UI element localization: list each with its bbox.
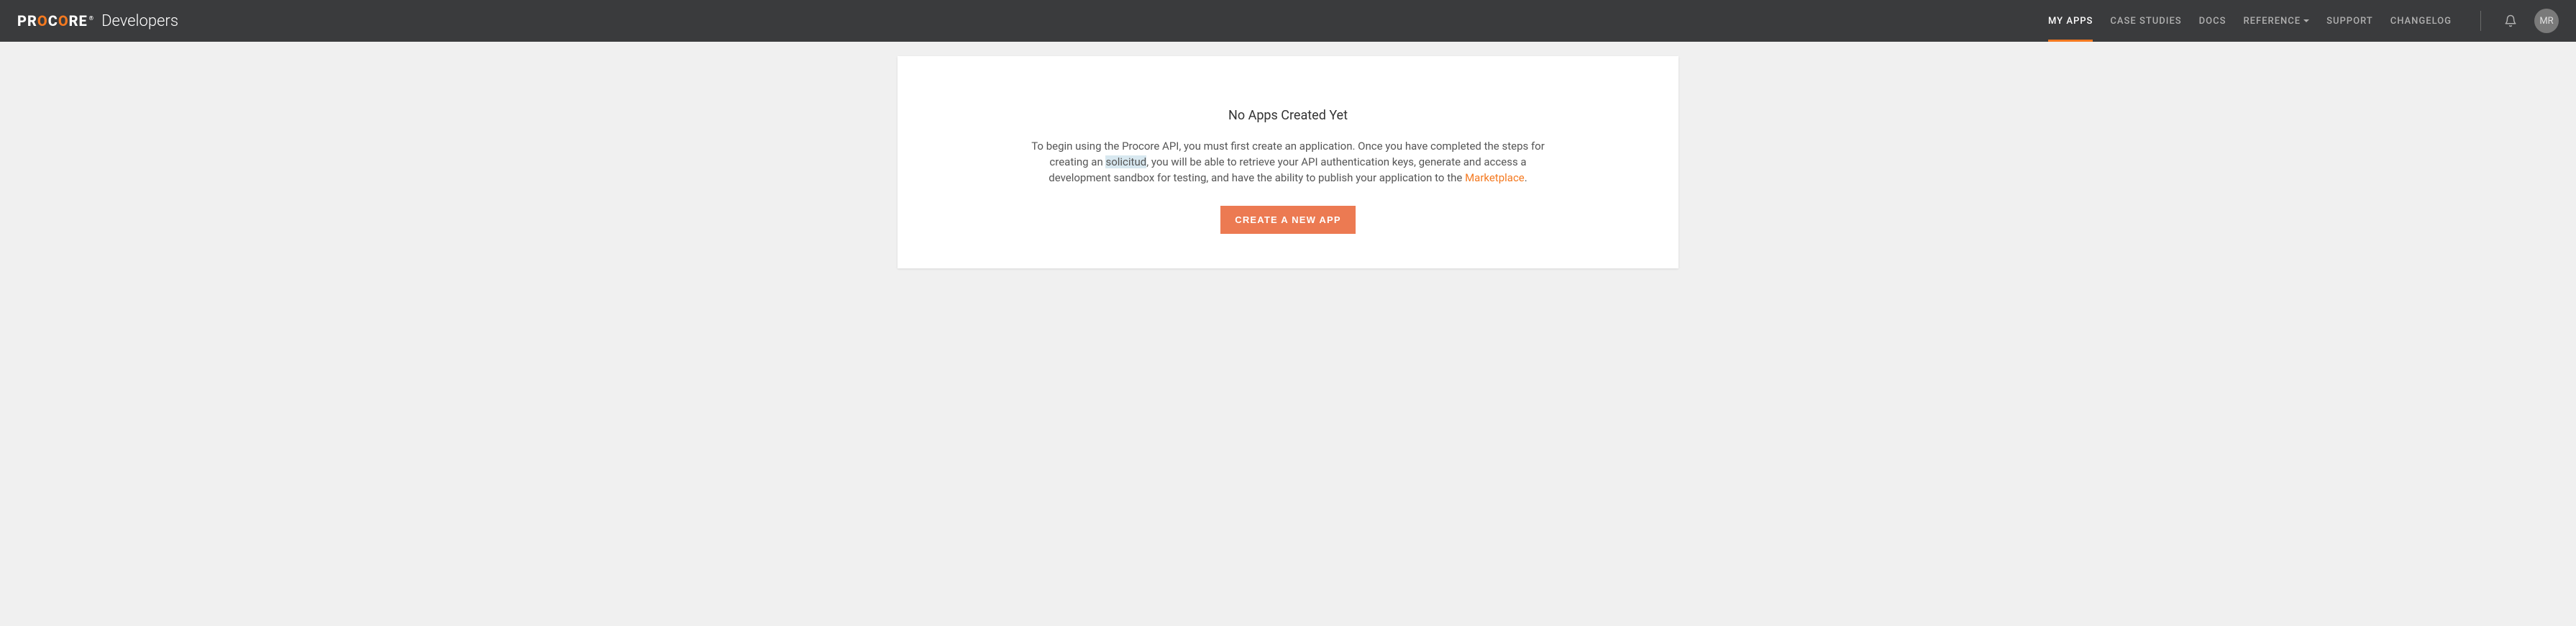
- nav-reference[interactable]: REFERENCE: [2243, 0, 2309, 42]
- nav-support[interactable]: SUPPORT: [2326, 0, 2373, 42]
- chevron-down-icon: [2303, 19, 2309, 22]
- marketplace-link[interactable]: Marketplace: [1465, 171, 1525, 184]
- nav-reference-label: REFERENCE: [2243, 16, 2301, 27]
- nav-my-apps[interactable]: MY APPS: [2048, 0, 2093, 42]
- separator: [2480, 11, 2481, 31]
- empty-state-description: To begin using the Procore API, you must…: [1029, 139, 1547, 186]
- desc-highlight: solicitud: [1105, 155, 1146, 168]
- nav-case-studies[interactable]: CASE STUDIES: [2110, 0, 2181, 42]
- empty-state-card: No Apps Created Yet To begin using the P…: [898, 56, 1678, 268]
- notifications-bell-icon[interactable]: [2504, 14, 2517, 27]
- brand-name: PROCORE®: [17, 12, 94, 30]
- nav-changelog[interactable]: CHANGELOG: [2390, 0, 2452, 42]
- desc-text-3: .: [1525, 171, 1527, 184]
- brand-suffix: Developers: [101, 12, 178, 30]
- avatar[interactable]: MR: [2534, 9, 2559, 33]
- empty-state-heading: No Apps Created Yet: [926, 108, 1650, 123]
- nav-docs[interactable]: DOCS: [2199, 0, 2226, 42]
- header: PROCORE® Developers MY APPS CASE STUDIES…: [0, 0, 2576, 42]
- nav: MY APPS CASE STUDIES DOCS REFERENCE SUPP…: [2048, 0, 2559, 42]
- create-new-app-button[interactable]: CREATE A NEW APP: [1220, 206, 1356, 234]
- logo[interactable]: PROCORE® Developers: [17, 12, 178, 30]
- main-content: No Apps Created Yet To begin using the P…: [883, 56, 1693, 268]
